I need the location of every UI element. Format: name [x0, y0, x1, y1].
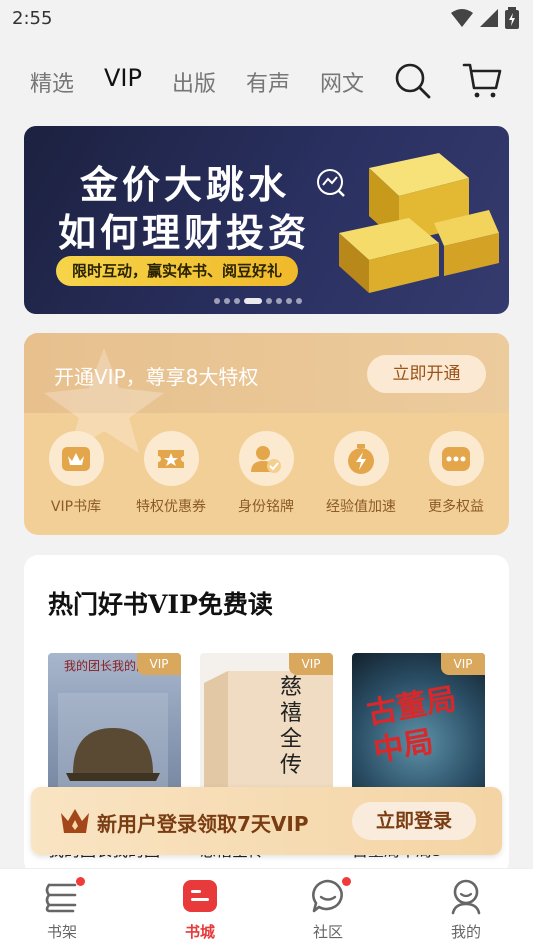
perk-vip-library[interactable]: VIP书库: [31, 431, 121, 516]
cover-title: 我的团长我的团: [64, 659, 149, 673]
notification-dot: [342, 877, 351, 886]
promo-banner[interactable]: 金价大跳水 如何理财投资 限时互动，赢实体书、阅豆好礼: [24, 126, 509, 314]
pagination-dot: [296, 298, 302, 304]
perk-icon-wrap: [48, 431, 104, 486]
battery-charging-icon: [505, 7, 519, 29]
perk-exp-boost[interactable]: 经验值加速: [316, 431, 406, 516]
tab-label: 书城: [184, 923, 215, 941]
tab-label: 社区: [312, 923, 343, 941]
bottom-tab-bar: 书架 书城 社区 我的: [0, 868, 533, 947]
section-title: 热门好书VIP免费读: [48, 590, 273, 619]
perk-label: 更多权益: [428, 499, 484, 515]
tab-publishing[interactable]: 出版: [172, 66, 216, 98]
perk-label: 经验值加速: [326, 499, 396, 515]
search-icon[interactable]: [392, 60, 432, 100]
vip-tag: VIP: [289, 653, 333, 675]
tab-label: 我的: [450, 923, 481, 941]
perk-icon-wrap: [428, 431, 484, 486]
bookstore-icon: [183, 880, 217, 912]
tab-icon-wrap: [309, 877, 351, 915]
vip-tag: VIP: [441, 653, 485, 675]
pagination-dot: [234, 298, 240, 304]
crown-icon: [61, 809, 89, 833]
perk-label: VIP书库: [50, 499, 102, 515]
perk-coupon[interactable]: 特权优惠券: [126, 431, 216, 516]
pagination-dot-active: [244, 298, 262, 304]
more-icon: [442, 446, 470, 471]
pagination-dot: [276, 298, 282, 304]
tab-profile[interactable]: 我的: [426, 877, 506, 942]
exp-boost-icon: [348, 443, 374, 474]
perk-icon-wrap: [143, 431, 199, 486]
pagination-dot: [214, 298, 220, 304]
signal-icon: [480, 9, 498, 27]
tab-community[interactable]: 社区: [288, 877, 368, 942]
vip-library-icon: [62, 446, 90, 471]
tab-icon-wrap: [181, 877, 219, 915]
tab-vip[interactable]: VIP: [104, 64, 142, 92]
banner-title-line1: 金价大跳水: [80, 163, 291, 207]
cover-title: 慈禧全传: [280, 675, 303, 778]
perk-icon-wrap: [238, 431, 294, 486]
tab-label: 书架: [46, 923, 77, 941]
new-user-login-banner[interactable]: 新用户登录领取7天VIP 立即登录: [31, 787, 502, 855]
coupon-icon: [158, 449, 184, 468]
notification-dot: [76, 877, 85, 886]
tab-icon-wrap: [43, 877, 85, 915]
banner-promo-pill: 限时互动，赢实体书、阅豆好礼: [56, 256, 299, 286]
login-promo-text: 新用户登录领取7天VIP: [97, 812, 309, 836]
profile-icon: [451, 879, 481, 915]
top-nav: 精选 VIP 出版 有声 网文: [0, 58, 533, 104]
tab-bookshelf[interactable]: 书架: [22, 877, 102, 942]
tab-icon-wrap: [447, 877, 485, 915]
pagination-dot: [224, 298, 230, 304]
pagination-dot: [266, 298, 272, 304]
perk-more[interactable]: 更多权益: [411, 431, 501, 516]
perk-badge[interactable]: 身份铭牌: [221, 431, 311, 516]
banner-title-line2: 如何理财投资: [58, 211, 311, 255]
tab-bookstore[interactable]: 书城: [160, 877, 240, 942]
status-bar: 2:55: [0, 0, 533, 36]
cart-icon[interactable]: [462, 60, 502, 100]
cover-title: 古董局中局: [364, 681, 460, 770]
login-button[interactable]: 立即登录: [352, 802, 476, 840]
vip-card-header: 开通VIP，尊享8大特权 立即开通: [24, 333, 509, 453]
pagination-dot: [286, 298, 292, 304]
vip-slogan: 开通VIP，尊享8大特权: [54, 365, 259, 389]
status-icons: [451, 7, 519, 29]
perk-icon-wrap: [333, 431, 389, 486]
vip-membership-card: 开通VIP，尊享8大特权 立即开通 VIP书库 特权优惠券 身份铭牌 经验值加速…: [24, 333, 509, 535]
gold-bars-illustration: [339, 153, 499, 293]
perk-label: 身份铭牌: [238, 499, 294, 515]
tab-audio[interactable]: 有声: [246, 66, 290, 98]
perk-label: 特权优惠券: [136, 499, 206, 515]
vip-tag: VIP: [137, 653, 181, 675]
wifi-icon: [451, 9, 473, 27]
vip-open-button[interactable]: 立即开通: [367, 355, 486, 393]
banner-pagination: [214, 298, 302, 304]
tab-featured[interactable]: 精选: [30, 66, 74, 98]
status-time: 2:55: [12, 8, 53, 29]
badge-icon: [251, 445, 281, 473]
tab-web-novel[interactable]: 网文: [320, 66, 364, 98]
